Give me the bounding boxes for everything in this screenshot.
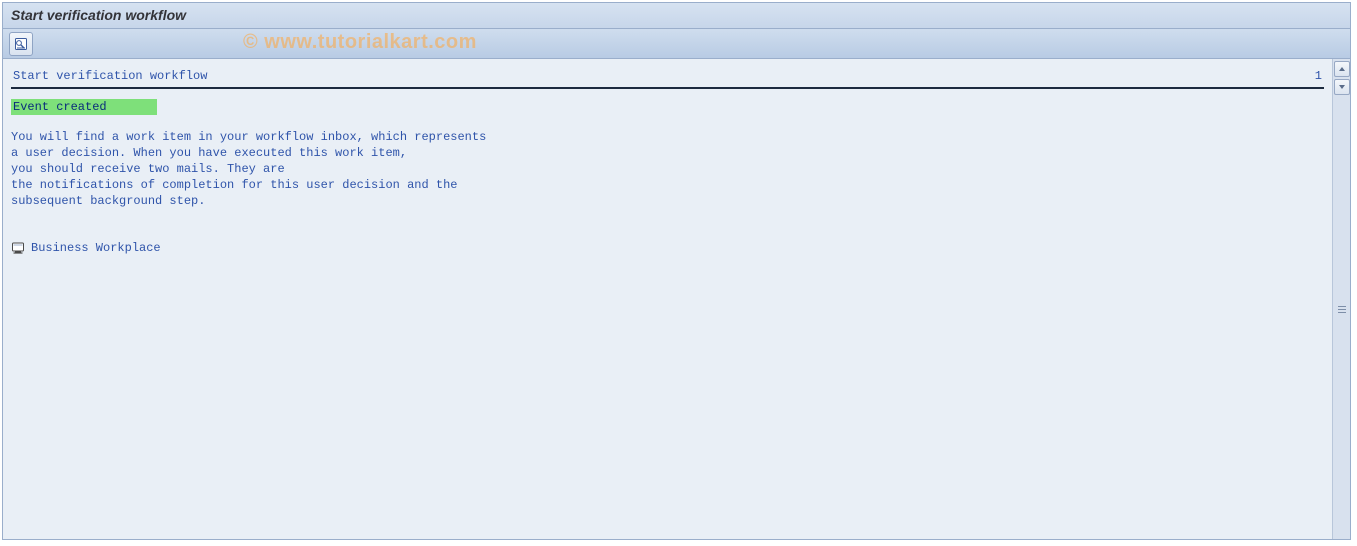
content-area: Start verification workflow 1 Event crea… xyxy=(3,59,1332,539)
body-line: a user decision. When you have executed … xyxy=(11,145,1332,161)
page-title: Start verification workflow xyxy=(11,7,186,23)
body-line: you should receive two mails. They are xyxy=(11,161,1332,177)
chevron-down-icon xyxy=(1338,84,1346,90)
app-window: Start verification workflow © www.tutori… xyxy=(2,2,1351,540)
chevron-up-icon xyxy=(1338,66,1346,72)
body-line: You will find a work item in your workfl… xyxy=(11,129,1332,145)
content-wrap: Start verification workflow 1 Event crea… xyxy=(3,59,1350,539)
watermark-text: © www.tutorialkart.com xyxy=(243,31,477,54)
body-line: the notifications of completion for this… xyxy=(11,177,1332,193)
body-line: subsequent background step. xyxy=(11,193,1332,209)
workplace-icon xyxy=(11,241,25,255)
business-workplace-link[interactable]: Business Workplace xyxy=(11,241,1332,255)
vertical-scrollbar[interactable] xyxy=(1332,59,1350,539)
business-workplace-label: Business Workplace xyxy=(31,241,161,255)
title-bar: Start verification workflow xyxy=(3,3,1350,29)
scroll-grip-icon[interactable] xyxy=(1337,297,1347,321)
scroll-down-button[interactable] xyxy=(1334,79,1350,95)
list-header: Start verification workflow 1 xyxy=(3,59,1332,85)
list-count: 1 xyxy=(1315,69,1322,83)
details-icon xyxy=(14,37,28,51)
toolbar: © www.tutorialkart.com xyxy=(3,29,1350,59)
details-button[interactable] xyxy=(9,32,33,56)
list-heading: Start verification workflow xyxy=(13,69,207,83)
divider xyxy=(11,87,1324,89)
scroll-up-button[interactable] xyxy=(1334,61,1350,77)
status-badge: Event created xyxy=(11,99,157,115)
